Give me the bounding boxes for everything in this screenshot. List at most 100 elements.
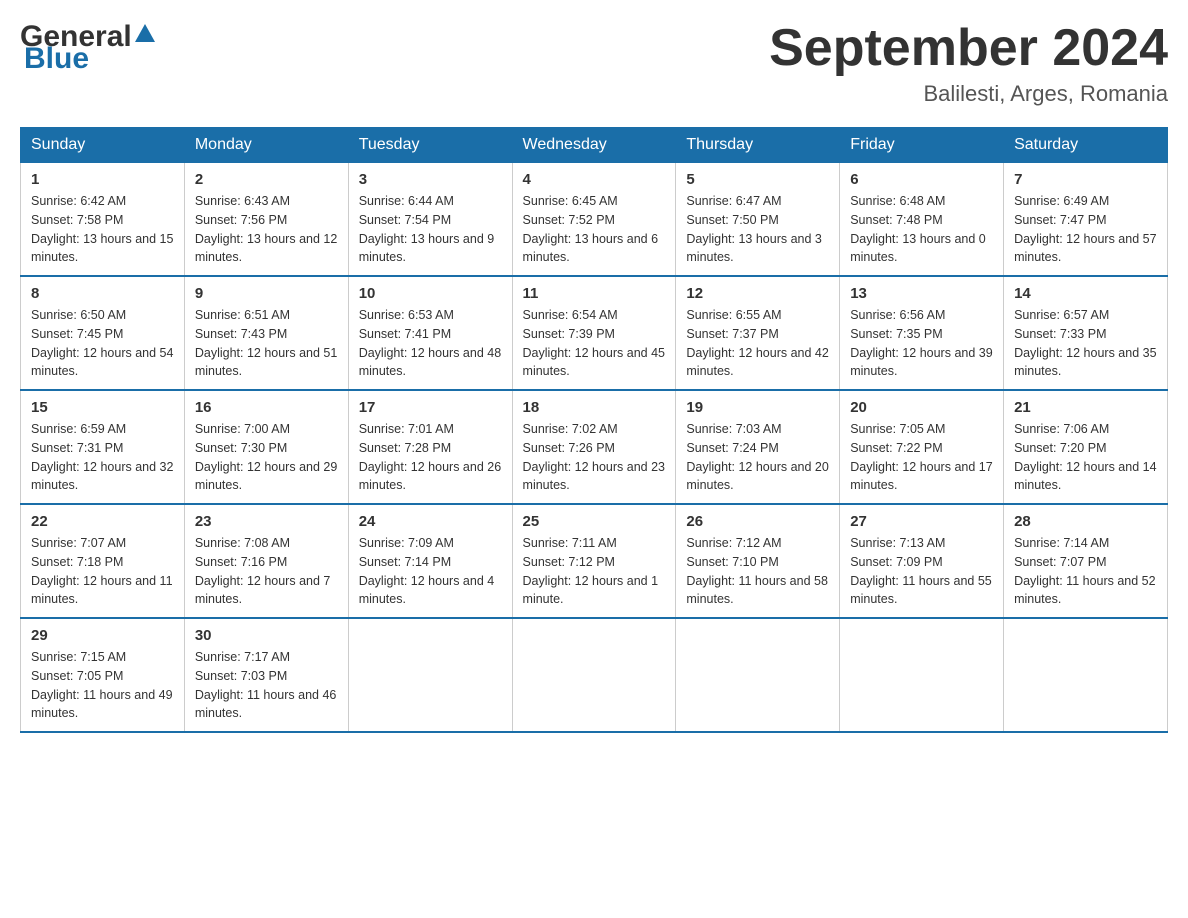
weekday-header-wednesday: Wednesday (512, 128, 676, 163)
calendar-cell: 3 Sunrise: 6:44 AMSunset: 7:54 PMDaylight… (348, 163, 512, 277)
day-info: Sunrise: 7:08 AMSunset: 7:16 PMDaylight:… (195, 534, 338, 609)
day-info: Sunrise: 6:54 AMSunset: 7:39 PMDaylight:… (523, 306, 666, 381)
calendar-cell (348, 618, 512, 732)
day-number: 2 (195, 171, 338, 188)
day-info: Sunrise: 6:53 AMSunset: 7:41 PMDaylight:… (359, 306, 502, 381)
day-number: 28 (1014, 513, 1157, 530)
day-info: Sunrise: 6:50 AMSunset: 7:45 PMDaylight:… (31, 306, 174, 381)
weekday-header-sunday: Sunday (21, 128, 185, 163)
day-number: 26 (686, 513, 829, 530)
weekday-header-monday: Monday (184, 128, 348, 163)
calendar-cell (512, 618, 676, 732)
day-info: Sunrise: 6:49 AMSunset: 7:47 PMDaylight:… (1014, 192, 1157, 267)
calendar-cell: 17Sunrise: 7:01 AMSunset: 7:28 PMDayligh… (348, 390, 512, 504)
calendar-cell: 2Sunrise: 6:43 AMSunset: 7:56 PMDaylight… (184, 163, 348, 277)
day-number: 21 (1014, 399, 1157, 416)
calendar-cell: 1 Sunrise: 6:42 AMSunset: 7:58 PMDaylight… (21, 163, 185, 277)
day-number: 5 (686, 171, 829, 188)
calendar-cell: 8 Sunrise: 6:50 AMSunset: 7:45 PMDaylight… (21, 276, 185, 390)
day-number: 23 (195, 513, 338, 530)
month-title: September 2024 (769, 20, 1168, 77)
calendar-cell: 14Sunrise: 6:57 AMSunset: 7:33 PMDayligh… (1004, 276, 1168, 390)
calendar-week-row: 22 Sunrise: 7:07 AMSunset: 7:18 PMDayligh… (21, 504, 1168, 618)
day-number: 27 (850, 513, 993, 530)
calendar-week-row: 29 Sunrise: 7:15 AMSunset: 7:05 PMDayligh… (21, 618, 1168, 732)
calendar-cell: 13 Sunrise: 6:56 AMSunset: 7:35 PMDayligh… (840, 276, 1004, 390)
calendar-cell (840, 618, 1004, 732)
day-info: Sunrise: 6:59 AMSunset: 7:31 PMDaylight:… (31, 420, 174, 495)
day-number: 20 (850, 399, 993, 416)
day-info: Sunrise: 7:15 AMSunset: 7:05 PMDaylight:… (31, 648, 174, 723)
weekday-header-saturday: Saturday (1004, 128, 1168, 163)
logo-triangle-icon (135, 24, 155, 42)
calendar-cell (676, 618, 840, 732)
day-number: 18 (523, 399, 666, 416)
day-number: 22 (31, 513, 174, 530)
day-number: 29 (31, 627, 174, 644)
day-info: Sunrise: 7:11 AMSunset: 7:12 PMDaylight:… (523, 534, 666, 609)
calendar-cell: 30 Sunrise: 7:17 AMSunset: 7:03 PMDayligh… (184, 618, 348, 732)
day-info: Sunrise: 7:07 AMSunset: 7:18 PMDaylight:… (31, 534, 174, 609)
title-area: September 2024 Balilesti, Arges, Romania (769, 20, 1168, 107)
day-number: 15 (31, 399, 174, 416)
calendar-cell: 9 Sunrise: 6:51 AMSunset: 7:43 PMDaylight… (184, 276, 348, 390)
weekday-header-tuesday: Tuesday (348, 128, 512, 163)
day-info: Sunrise: 6:56 AMSunset: 7:35 PMDaylight:… (850, 306, 993, 381)
day-number: 8 (31, 285, 174, 302)
day-info: Sunrise: 6:47 AMSunset: 7:50 PMDaylight:… (686, 192, 829, 267)
calendar-cell: 26 Sunrise: 7:12 AMSunset: 7:10 PMDayligh… (676, 504, 840, 618)
day-number: 1 (31, 171, 174, 188)
day-info: Sunrise: 6:45 AMSunset: 7:52 PMDaylight:… (523, 192, 666, 267)
calendar-week-row: 15 Sunrise: 6:59 AMSunset: 7:31 PMDayligh… (21, 390, 1168, 504)
page-header: General Blue September 2024 Balilesti, A… (20, 20, 1168, 107)
calendar-cell: 11Sunrise: 6:54 AMSunset: 7:39 PMDayligh… (512, 276, 676, 390)
calendar-cell: 21 Sunrise: 7:06 AMSunset: 7:20 PMDayligh… (1004, 390, 1168, 504)
weekday-header-friday: Friday (840, 128, 1004, 163)
logo: General Blue (20, 20, 155, 76)
day-number: 4 (523, 171, 666, 188)
day-number: 16 (195, 399, 338, 416)
weekday-header-thursday: Thursday (676, 128, 840, 163)
day-info: Sunrise: 7:03 AMSunset: 7:24 PMDaylight:… (686, 420, 829, 495)
calendar-header: SundayMondayTuesdayWednesdayThursdayFrid… (21, 128, 1168, 163)
calendar-body: 1 Sunrise: 6:42 AMSunset: 7:58 PMDaylight… (21, 163, 1168, 733)
location-text: Balilesti, Arges, Romania (769, 81, 1168, 107)
calendar-cell: 18 Sunrise: 7:02 AMSunset: 7:26 PMDayligh… (512, 390, 676, 504)
calendar-cell: 22 Sunrise: 7:07 AMSunset: 7:18 PMDayligh… (21, 504, 185, 618)
day-info: Sunrise: 6:51 AMSunset: 7:43 PMDaylight:… (195, 306, 338, 381)
calendar-cell: 19 Sunrise: 7:03 AMSunset: 7:24 PMDayligh… (676, 390, 840, 504)
calendar-cell: 16Sunrise: 7:00 AMSunset: 7:30 PMDayligh… (184, 390, 348, 504)
calendar-cell: 10 Sunrise: 6:53 AMSunset: 7:41 PMDayligh… (348, 276, 512, 390)
day-number: 12 (686, 285, 829, 302)
day-info: Sunrise: 7:12 AMSunset: 7:10 PMDaylight:… (686, 534, 829, 609)
day-number: 9 (195, 285, 338, 302)
calendar-cell: 28 Sunrise: 7:14 AMSunset: 7:07 PMDayligh… (1004, 504, 1168, 618)
day-number: 30 (195, 627, 338, 644)
calendar-cell: 25 Sunrise: 7:11 AMSunset: 7:12 PMDayligh… (512, 504, 676, 618)
calendar-cell (1004, 618, 1168, 732)
calendar-cell: 29 Sunrise: 7:15 AMSunset: 7:05 PMDayligh… (21, 618, 185, 732)
day-info: Sunrise: 7:17 AMSunset: 7:03 PMDaylight:… (195, 648, 338, 723)
day-number: 10 (359, 285, 502, 302)
day-info: Sunrise: 7:14 AMSunset: 7:07 PMDaylight:… (1014, 534, 1157, 609)
calendar-cell: 27Sunrise: 7:13 AMSunset: 7:09 PMDayligh… (840, 504, 1004, 618)
calendar-cell: 7 Sunrise: 6:49 AMSunset: 7:47 PMDaylight… (1004, 163, 1168, 277)
day-number: 13 (850, 285, 993, 302)
day-info: Sunrise: 6:55 AMSunset: 7:37 PMDaylight:… (686, 306, 829, 381)
day-number: 25 (523, 513, 666, 530)
calendar-cell: 6Sunrise: 6:48 AMSunset: 7:48 PMDaylight… (840, 163, 1004, 277)
day-number: 24 (359, 513, 502, 530)
day-info: Sunrise: 6:44 AMSunset: 7:54 PMDaylight:… (359, 192, 502, 267)
day-info: Sunrise: 7:05 AMSunset: 7:22 PMDaylight:… (850, 420, 993, 495)
calendar-cell: 24Sunrise: 7:09 AMSunset: 7:14 PMDayligh… (348, 504, 512, 618)
day-number: 3 (359, 171, 502, 188)
day-number: 6 (850, 171, 993, 188)
day-info: Sunrise: 6:42 AMSunset: 7:58 PMDaylight:… (31, 192, 174, 267)
day-info: Sunrise: 7:06 AMSunset: 7:20 PMDaylight:… (1014, 420, 1157, 495)
calendar-week-row: 1 Sunrise: 6:42 AMSunset: 7:58 PMDaylight… (21, 163, 1168, 277)
day-number: 19 (686, 399, 829, 416)
day-number: 7 (1014, 171, 1157, 188)
calendar-cell: 20 Sunrise: 7:05 AMSunset: 7:22 PMDayligh… (840, 390, 1004, 504)
calendar-cell: 23 Sunrise: 7:08 AMSunset: 7:16 PMDayligh… (184, 504, 348, 618)
day-info: Sunrise: 7:02 AMSunset: 7:26 PMDaylight:… (523, 420, 666, 495)
